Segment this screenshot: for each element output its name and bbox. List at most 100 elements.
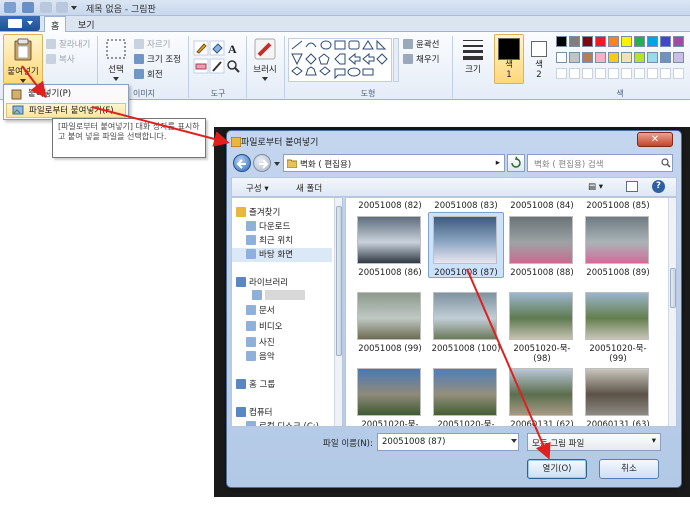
rotate-button[interactable]: 회전 bbox=[134, 68, 163, 80]
palette-swatch[interactable] bbox=[647, 36, 658, 47]
nav-item[interactable]: 즐겨찾기 bbox=[232, 206, 332, 220]
nav-item[interactable]: 홈 그룹 bbox=[232, 378, 332, 392]
file-item[interactable]: 20051008 (86) bbox=[354, 216, 424, 286]
palette-swatch[interactable] bbox=[634, 68, 645, 79]
nav-item[interactable]: 음악 bbox=[232, 350, 332, 364]
nav-scrollbar[interactable] bbox=[334, 198, 342, 426]
palette-swatch[interactable] bbox=[608, 36, 619, 47]
palette-swatch[interactable] bbox=[660, 68, 671, 79]
palette-swatch[interactable] bbox=[634, 52, 645, 63]
file-item[interactable]: 20051020-묵- (101) bbox=[430, 368, 500, 426]
filetype-select[interactable]: 모든 그림 파일 ▾ bbox=[527, 433, 661, 451]
fill-icon[interactable] bbox=[209, 40, 225, 56]
paste-button[interactable]: 붙여넣기 bbox=[3, 34, 43, 84]
file-item[interactable]: 20051008 (87) bbox=[430, 216, 500, 286]
palette-swatch[interactable] bbox=[647, 68, 658, 79]
file-item[interactable]: 20051020-묵- (98) bbox=[506, 292, 576, 364]
filename-input[interactable]: 20051008 (87) bbox=[377, 433, 519, 451]
cut-button[interactable]: 잘라내기 bbox=[46, 38, 90, 50]
palette-swatch[interactable] bbox=[595, 36, 606, 47]
undo-icon[interactable] bbox=[40, 2, 52, 13]
eraser-icon[interactable] bbox=[193, 58, 209, 74]
palette-swatch[interactable] bbox=[621, 68, 632, 79]
magnifier-icon[interactable] bbox=[227, 60, 240, 73]
menu-item-paste[interactable]: 붙여넣기(P) bbox=[6, 87, 126, 102]
file-item[interactable]: 20060131 (63) bbox=[582, 368, 652, 426]
open-button[interactable]: 열기(O) bbox=[527, 459, 587, 479]
preview-pane-icon[interactable] bbox=[626, 181, 638, 192]
outline-button[interactable]: 윤곽선 bbox=[403, 38, 439, 50]
palette-swatch[interactable] bbox=[556, 36, 567, 47]
palette-swatch[interactable] bbox=[673, 68, 684, 79]
palette-swatch[interactable] bbox=[595, 52, 606, 63]
save-icon[interactable] bbox=[22, 2, 34, 13]
back-button[interactable] bbox=[233, 154, 251, 172]
paint-menu-button[interactable] bbox=[0, 16, 40, 31]
file-item[interactable]: 20051008 (89) bbox=[582, 216, 652, 286]
palette-swatch[interactable] bbox=[647, 52, 658, 63]
crop-button[interactable]: 자르기 bbox=[134, 38, 170, 50]
file-label-partial[interactable]: 20051008 (84) bbox=[506, 201, 578, 211]
palette-swatch[interactable] bbox=[582, 68, 593, 79]
nav-item[interactable]: 사진 bbox=[232, 336, 332, 350]
file-item[interactable]: 20051020-묵- (100) bbox=[354, 368, 424, 426]
quick-access-dropdown-icon[interactable] bbox=[70, 2, 78, 13]
file-item[interactable]: 20051020-묵- (99) bbox=[582, 292, 652, 364]
text-icon[interactable]: A bbox=[228, 42, 237, 56]
file-item[interactable]: 20051008 (100) bbox=[430, 292, 500, 362]
palette-swatch[interactable] bbox=[582, 52, 593, 63]
palette-swatch[interactable] bbox=[569, 36, 580, 47]
shapes-scroll[interactable] bbox=[393, 38, 399, 82]
refresh-button[interactable] bbox=[507, 154, 525, 172]
select-button[interactable]: 선택 bbox=[101, 34, 131, 84]
file-label-partial[interactable]: 20051008 (85) bbox=[582, 201, 654, 211]
help-icon[interactable]: ? bbox=[652, 180, 665, 193]
menu-item-paste-from-file[interactable]: 파일로부터 붙여넣기(F) bbox=[6, 103, 126, 118]
shapes-gallery[interactable] bbox=[288, 38, 392, 82]
palette-swatch[interactable] bbox=[673, 36, 684, 47]
palette-swatch[interactable] bbox=[660, 36, 671, 47]
palette-swatch[interactable] bbox=[660, 52, 671, 63]
palette-swatch[interactable] bbox=[556, 68, 567, 79]
palette-swatch[interactable] bbox=[634, 36, 645, 47]
size-button[interactable]: 크기 bbox=[456, 34, 490, 84]
file-label-partial[interactable]: 20051008 (82) bbox=[354, 201, 426, 211]
file-label-partial[interactable]: 20051008 (83) bbox=[430, 201, 502, 211]
palette-swatch[interactable] bbox=[608, 52, 619, 63]
palette-swatch[interactable] bbox=[608, 68, 619, 79]
nav-item[interactable]: 비디오 bbox=[232, 320, 332, 334]
brushes-button[interactable]: 브러시 bbox=[250, 34, 280, 84]
color-picker-icon[interactable] bbox=[209, 58, 225, 74]
file-scroll-thumb[interactable] bbox=[670, 268, 676, 308]
palette-swatch[interactable] bbox=[556, 52, 567, 63]
nav-item[interactable]: 라이브러리 bbox=[232, 276, 332, 290]
dialog-close-button[interactable]: ✕ bbox=[637, 132, 673, 147]
copy-button[interactable]: 복사 bbox=[46, 53, 75, 65]
address-box[interactable]: 벽화 ( 편집용) ▸ bbox=[283, 154, 505, 172]
palette-swatch[interactable] bbox=[569, 68, 580, 79]
nav-item[interactable]: 최근 위치 bbox=[232, 234, 332, 248]
resize-button[interactable]: 크기 조정 bbox=[134, 53, 181, 65]
search-input[interactable]: 벽화 ( 편집용) 검색 bbox=[527, 154, 673, 172]
file-item[interactable]: 20051008 (99) bbox=[354, 292, 424, 362]
nav-item[interactable]: 컴퓨터 bbox=[232, 406, 332, 420]
nav-item[interactable]: 바탕 화면 bbox=[232, 248, 332, 262]
file-scrollbar[interactable] bbox=[668, 198, 676, 426]
redo-icon[interactable] bbox=[56, 2, 68, 13]
file-item[interactable]: 20060131 (62) bbox=[506, 368, 576, 426]
new-folder-button[interactable]: 새 폴더 bbox=[296, 182, 322, 194]
tab-home[interactable]: 홈 bbox=[44, 16, 67, 32]
nav-item[interactable]: 로컬 디스크 (C:) bbox=[232, 420, 332, 426]
nav-item[interactable]: 다운로드 bbox=[232, 220, 332, 234]
palette-swatch[interactable] bbox=[621, 52, 632, 63]
history-dropdown-icon[interactable] bbox=[273, 161, 281, 167]
color1-button[interactable]: 색 1 bbox=[494, 34, 524, 84]
palette-swatch[interactable] bbox=[621, 36, 632, 47]
palette-swatch[interactable] bbox=[673, 52, 684, 63]
tab-view[interactable]: 보기 bbox=[72, 16, 101, 32]
palette-swatch[interactable] bbox=[569, 52, 580, 63]
forward-button[interactable] bbox=[253, 154, 271, 172]
fill-button[interactable]: 채우기 bbox=[403, 53, 439, 65]
filename-dropdown-icon[interactable] bbox=[511, 439, 517, 443]
nav-item[interactable] bbox=[232, 290, 332, 304]
